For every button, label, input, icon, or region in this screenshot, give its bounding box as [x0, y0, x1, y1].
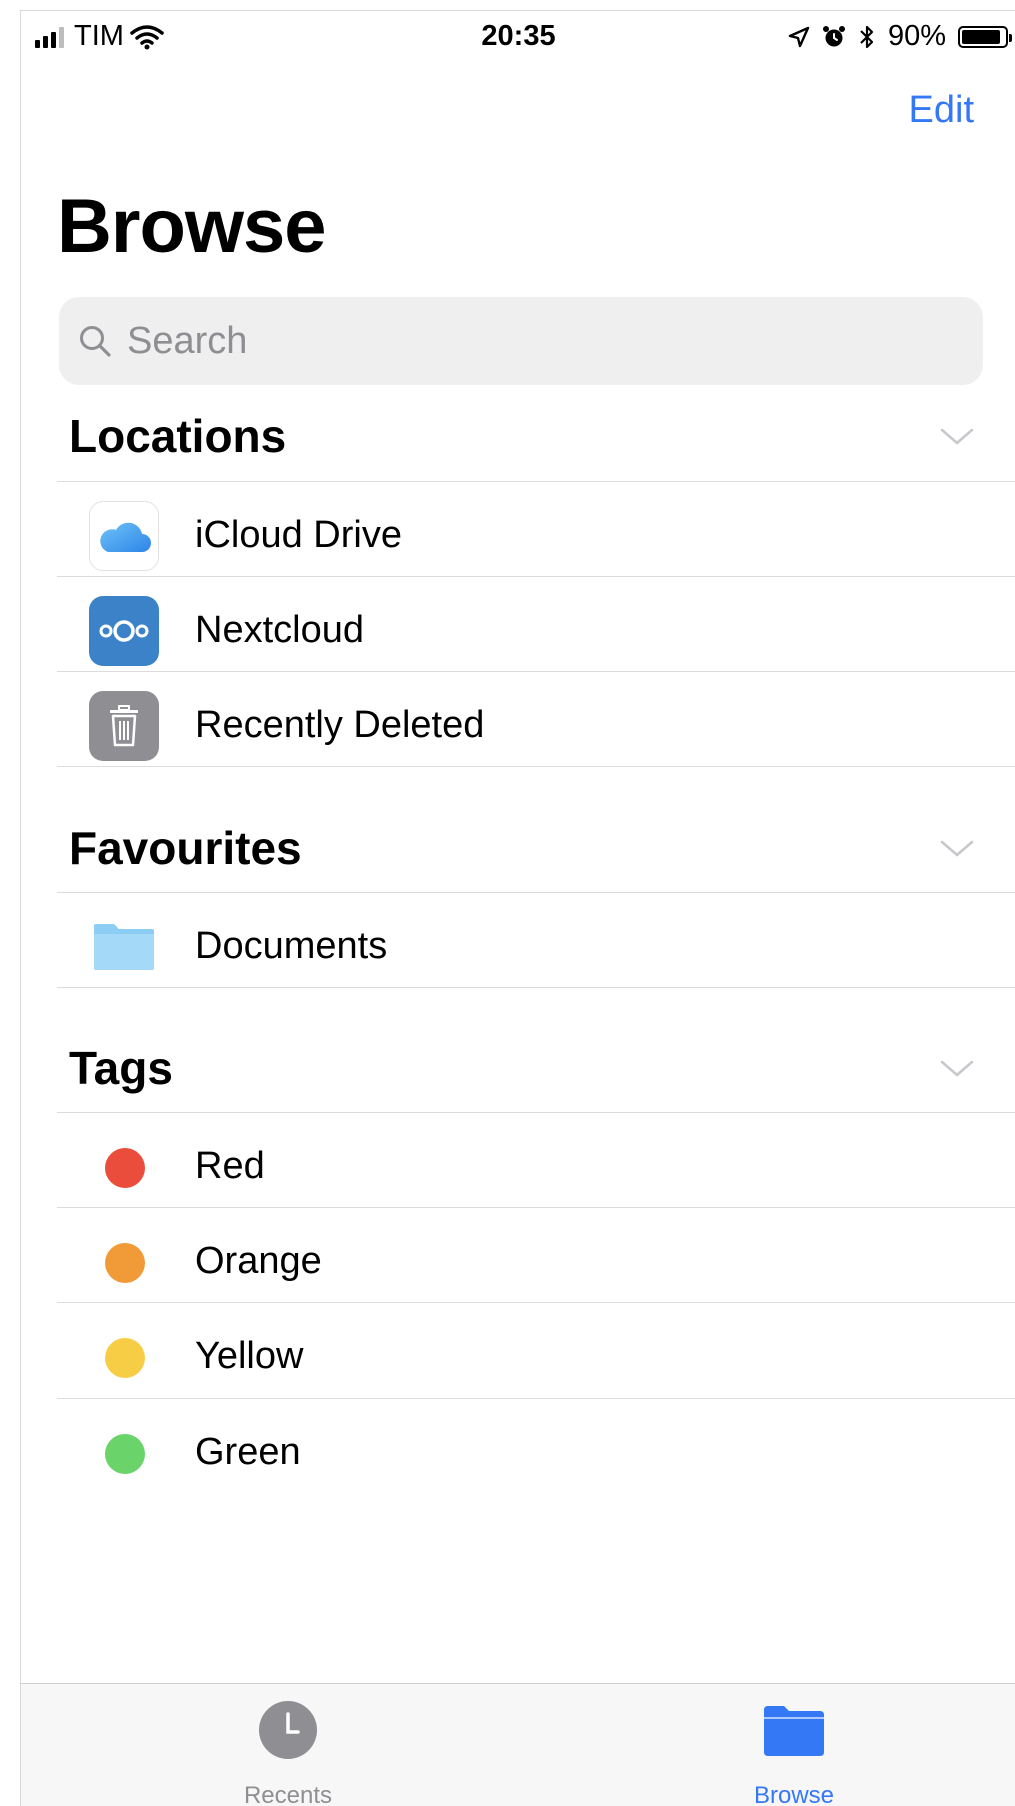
tag-item-green[interactable]: Green — [57, 1399, 1015, 1507]
tag-color-dot — [105, 1338, 145, 1378]
location-item-label: Recently Deleted — [195, 704, 485, 746]
icloud-icon — [89, 501, 159, 571]
page-title: Browse — [57, 184, 327, 269]
status-right: 90% — [788, 20, 1012, 53]
tag-color-dot — [105, 1148, 145, 1188]
folder-icon — [764, 1706, 824, 1756]
search-icon — [77, 323, 113, 359]
location-item-nextcloud[interactable]: Nextcloud — [57, 577, 1015, 685]
tab-browse[interactable]: Browse — [694, 1684, 894, 1806]
tab-bar: Recents Browse — [21, 1683, 1015, 1806]
search-input[interactable] — [125, 318, 949, 364]
chevron-down-icon — [940, 428, 974, 445]
section-header-locations[interactable]: Locations — [69, 409, 1004, 469]
section-title-tags: Tags — [69, 1042, 173, 1094]
clock-icon — [259, 1701, 317, 1759]
section-header-favourites[interactable]: Favourites — [69, 821, 1004, 881]
location-item-label: iCloud Drive — [195, 514, 402, 556]
tag-item-yellow[interactable]: Yellow — [57, 1303, 1015, 1411]
divider — [57, 766, 1015, 767]
location-item-label: Nextcloud — [195, 609, 364, 651]
tab-label: Browse — [753, 1782, 835, 1806]
tag-item-label: Green — [195, 1431, 301, 1473]
section-title-locations: Locations — [69, 410, 287, 462]
divider — [57, 987, 1015, 988]
search-bar[interactable] — [59, 297, 983, 385]
favourite-item-documents[interactable]: Documents — [57, 893, 1015, 1001]
alarm-icon — [822, 25, 845, 46]
edit-button[interactable]: Edit — [909, 89, 974, 132]
chevron-down-icon — [940, 840, 974, 857]
tab-label: Recents — [243, 1782, 333, 1806]
nextcloud-icon — [89, 596, 159, 666]
location-item-recently-deleted[interactable]: Recently Deleted — [57, 672, 1015, 780]
location-item-icloud-drive[interactable]: iCloud Drive — [57, 482, 1015, 590]
tag-item-label: Red — [195, 1145, 265, 1187]
tab-recents[interactable]: Recents — [188, 1684, 388, 1806]
battery-percent: 90% — [887, 20, 946, 52]
bluetooth-icon — [860, 25, 874, 48]
tag-item-label: Orange — [195, 1240, 322, 1282]
tag-item-label: Yellow — [195, 1335, 304, 1377]
tag-color-dot — [105, 1434, 145, 1474]
tag-item-orange[interactable]: Orange — [57, 1208, 1015, 1316]
tag-item-red[interactable]: Red — [57, 1113, 1015, 1221]
favourite-item-label: Documents — [195, 925, 388, 967]
chevron-down-icon — [940, 1060, 974, 1077]
battery-icon — [958, 25, 1012, 48]
status-bar: TIM 20:35 90% — [21, 11, 1015, 61]
tag-color-dot — [105, 1243, 145, 1283]
battery-fill — [962, 29, 1000, 44]
trash-icon — [89, 691, 159, 761]
section-header-tags[interactable]: Tags — [69, 1041, 1004, 1101]
section-title-favourites: Favourites — [69, 822, 302, 874]
location-icon — [788, 26, 810, 47]
folder-icon — [89, 912, 159, 982]
phone-screen: TIM 20:35 90% Edit Browse Search Locatio… — [20, 10, 1015, 1806]
